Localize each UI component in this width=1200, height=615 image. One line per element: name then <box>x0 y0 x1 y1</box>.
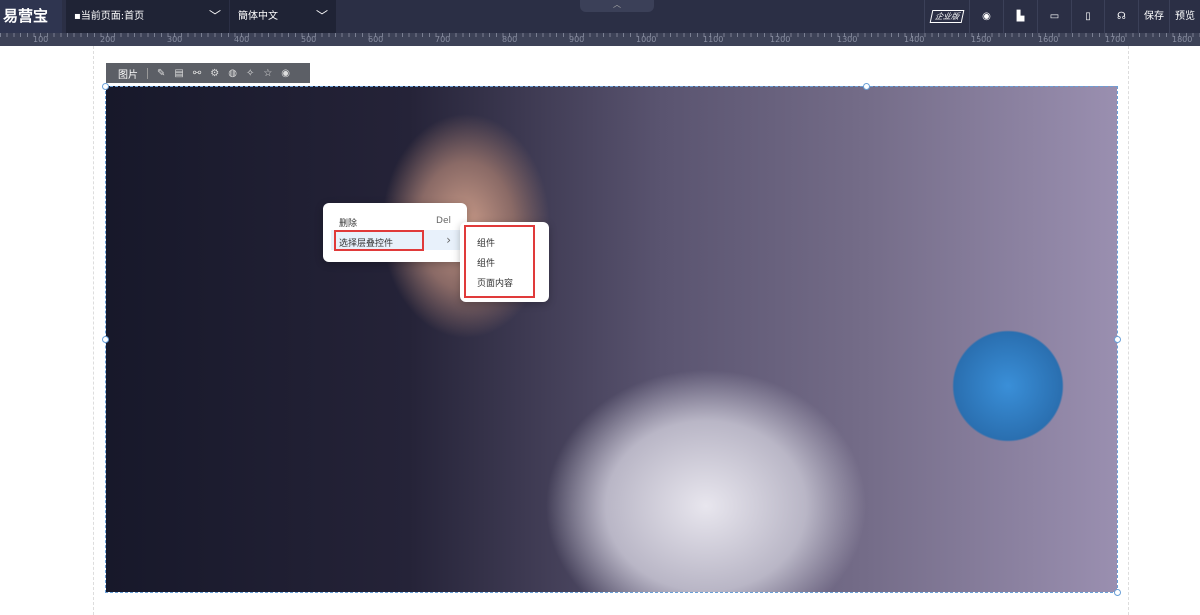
canvas-guide <box>1128 46 1129 615</box>
annotation-highlight <box>334 230 424 251</box>
page-icon: ▪ <box>74 11 81 22</box>
save-button[interactable]: 保存 <box>1138 0 1169 33</box>
logo[interactable]: 易营宝 <box>0 0 62 33</box>
ruler-label: 100 <box>33 35 49 44</box>
ruler-label: 900 <box>569 35 585 44</box>
ruler-label: 500 <box>301 35 317 44</box>
ruler-label: 600 <box>368 35 384 44</box>
language-select[interactable]: 簡体中文 ﹀ <box>230 0 336 33</box>
move-handle[interactable] <box>102 83 109 90</box>
eye-icon[interactable]: ◉ <box>969 0 1003 33</box>
ruler-label: 1600 <box>1038 35 1059 44</box>
chevron-down-icon: ﹀ <box>208 9 221 23</box>
ruler-label: 800 <box>502 35 518 44</box>
annotation-highlight <box>464 225 535 298</box>
resize-handle[interactable] <box>863 83 870 90</box>
toolbar-title: 图片 <box>118 69 138 81</box>
menu-item-delete[interactable]: 删除 <box>339 216 357 229</box>
horizontal-ruler: 100 200 300 400 500 600 700 800 900 1000 1100 1200 1… <box>0 33 1200 46</box>
support-icon[interactable]: ☊ <box>1104 0 1138 33</box>
edition-badge[interactable]: 企业版 <box>924 0 969 33</box>
canvas-guide <box>93 46 94 615</box>
desktop-icon[interactable]: ▭ <box>1037 0 1071 33</box>
divider <box>147 67 148 79</box>
ruler-label: 1200 <box>770 35 791 44</box>
gear-icon[interactable]: ⚙ <box>210 68 219 79</box>
style-icon[interactable]: ◍ <box>228 68 237 79</box>
edition-label: 企业版 <box>929 10 965 23</box>
ruler-label: 1700 <box>1105 35 1126 44</box>
ruler-label: 1000 <box>636 35 657 44</box>
ruler-label: 700 <box>435 35 451 44</box>
page-select-label: 当前页面:首页 <box>80 11 145 22</box>
star-icon[interactable]: ☆ <box>263 68 272 79</box>
ruler-label: 1100 <box>703 35 724 44</box>
selection-box <box>102 83 1121 596</box>
resize-handle[interactable] <box>1114 589 1121 596</box>
top-bar: 易营宝 ▪当前页面:首页 ﹀ 簡体中文 ﹀ ︿ 企业版 ◉ ▙ ▭ ▯ ☊ 保存 预… <box>0 0 1200 33</box>
ruler-label: 1500 <box>971 35 992 44</box>
ruler-label: 200 <box>100 35 116 44</box>
chevron-down-icon: ﹀ <box>315 9 328 23</box>
eye-icon[interactable]: ◉ <box>281 68 290 79</box>
resize-handle[interactable] <box>102 336 109 343</box>
ruler-label: 1800 <box>1172 35 1193 44</box>
layout-icon[interactable]: ▙ <box>1003 0 1037 33</box>
mobile-icon[interactable]: ▯ <box>1071 0 1104 33</box>
collapse-handle[interactable]: ︿ <box>580 0 654 12</box>
animation-icon[interactable]: ✧ <box>246 68 254 79</box>
image-settings-icon[interactable]: ▤ <box>174 68 183 79</box>
language-select-label: 簡体中文 <box>238 11 278 22</box>
edit-icon[interactable]: ✎ <box>157 68 165 79</box>
preview-button[interactable]: 预览 <box>1169 0 1200 33</box>
ruler-label: 1400 <box>904 35 925 44</box>
page-select[interactable]: ▪当前页面:首页 ﹀ <box>66 0 229 33</box>
ruler-label: 1300 <box>837 35 858 44</box>
resize-handle[interactable] <box>1114 336 1121 343</box>
ruler-label: 300 <box>167 35 183 44</box>
component-toolbar: 图片 ✎ ▤ ⚯ ⚙ ◍ ✧ ☆ ◉ <box>106 63 310 83</box>
link-icon[interactable]: ⚯ <box>193 68 201 79</box>
ruler-label: 400 <box>234 35 250 44</box>
chevron-right-icon: › <box>446 233 451 247</box>
shortcut-label: Del <box>436 216 451 226</box>
